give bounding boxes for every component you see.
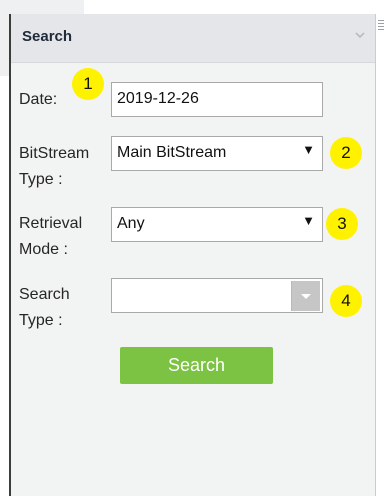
search-type-select[interactable] [111, 278, 323, 313]
date-label: Date: [19, 91, 58, 108]
background-strip [0, 0, 84, 14]
bitstream-type-value: Main BitStream [117, 144, 227, 161]
retrieval-mode-select[interactable]: Any ▼ [111, 207, 323, 242]
bitstream-type-select[interactable]: Main BitStream ▼ [111, 136, 323, 171]
dropdown-button[interactable] [291, 281, 320, 311]
search-panel-screen: Search Date: 2019-12-26 BitStream Type :… [0, 0, 389, 496]
retrieval-mode-label-line1: Retrieval [19, 215, 83, 232]
retrieval-mode-label: Retrieval Mode : [19, 211, 82, 263]
triangle-down-icon: ▼ [302, 142, 315, 157]
panel-title: Search [22, 28, 73, 45]
triangle-down-icon: ▼ [302, 213, 315, 228]
retrieval-mode-value: Any [117, 215, 145, 232]
callout-badge: 2 [330, 137, 362, 169]
search-type-label: Search Type : [19, 282, 70, 334]
callout-badge: 4 [330, 285, 362, 317]
date-field[interactable]: 2019-12-26 [111, 82, 323, 117]
retrieval-mode-label-line2: Mode : [19, 241, 68, 258]
bitstream-type-label-line1: BitStream [19, 145, 90, 162]
bitstream-type-label: BitStream Type : [19, 141, 89, 193]
panel-header[interactable]: Search [11, 14, 375, 63]
callout-badge: 1 [72, 68, 104, 100]
chevron-down-icon[interactable] [353, 28, 367, 42]
bitstream-type-label-line2: Type : [19, 171, 63, 188]
search-type-label-line1: Search [19, 286, 70, 303]
callout-badge: 3 [326, 208, 358, 240]
resize-grip-icon[interactable] [377, 20, 385, 44]
triangle-down-icon [301, 294, 311, 299]
date-value: 2019-12-26 [117, 90, 199, 107]
search-type-label-line2: Type : [19, 312, 63, 329]
search-button[interactable]: Search [120, 347, 273, 384]
